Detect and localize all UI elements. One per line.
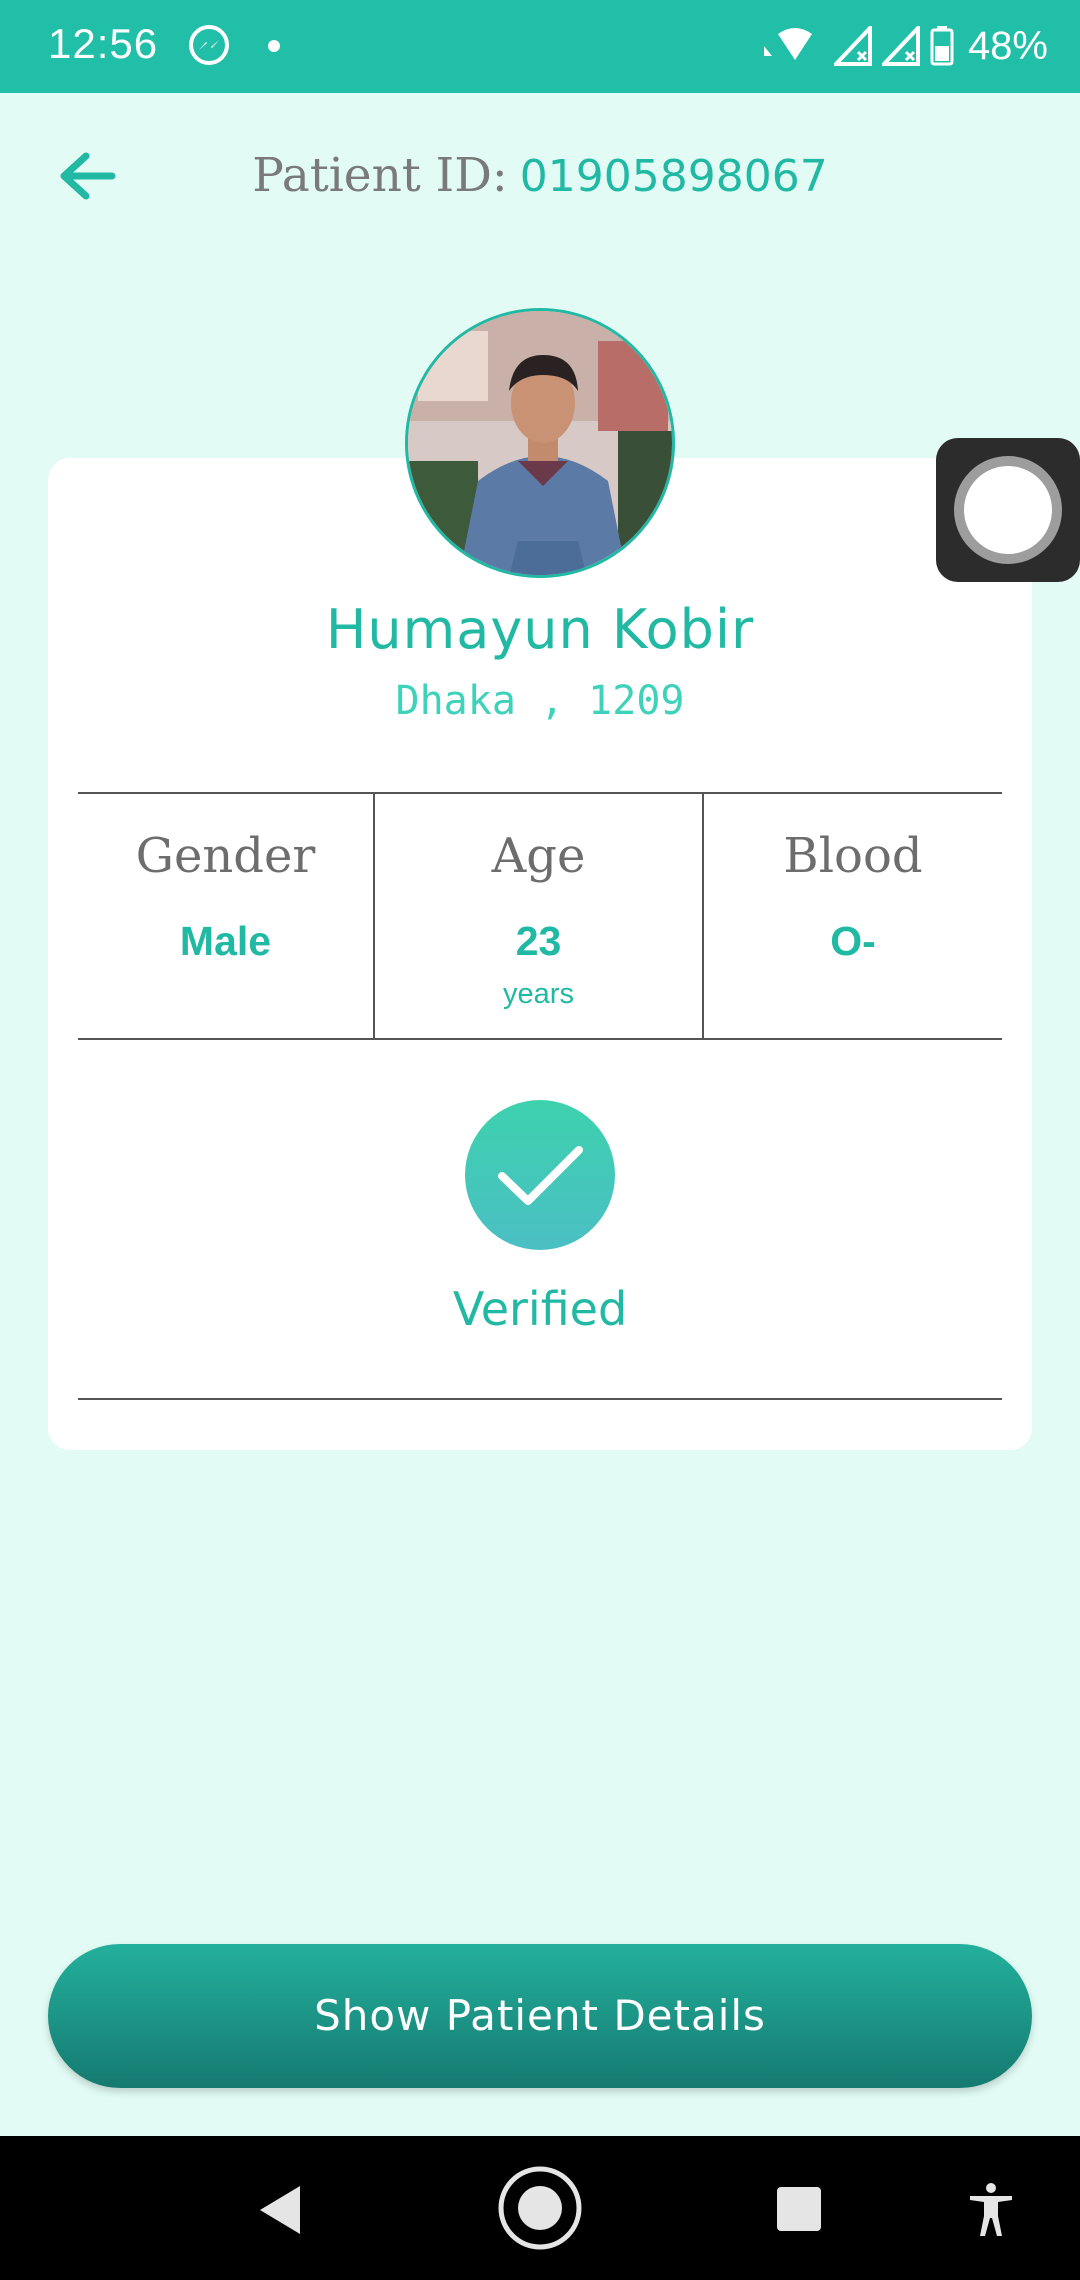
signal-icon: [881, 26, 920, 66]
recents-icon[interactable]: [776, 2186, 822, 2232]
age-label: Age: [491, 828, 586, 884]
avatar: [405, 308, 675, 578]
battery-icon: [930, 26, 954, 66]
blood-label: Blood: [783, 828, 923, 884]
wifi-icon: 4: [763, 28, 815, 66]
status-bar: 12:56 4 48%: [0, 0, 1080, 93]
card-divider: [78, 1398, 1002, 1400]
verified-label: Verified: [452, 1282, 628, 1336]
status-indicators: 4 48%: [763, 18, 1048, 74]
patient-name: Humayun Kobir: [325, 598, 755, 661]
age-cell: Age 23 years: [375, 794, 704, 1038]
home-icon[interactable]: [496, 2164, 584, 2252]
age-value: 23: [515, 918, 562, 964]
signal-icon: [833, 26, 872, 66]
blood-cell: Blood O-: [704, 794, 1002, 1038]
navigation-bar: [0, 2136, 1080, 2280]
age-unit: years: [503, 978, 574, 1010]
battery-percent: 48%: [967, 23, 1048, 68]
gender-cell: Gender Male: [78, 794, 375, 1038]
status-time: 12:56: [48, 20, 159, 67]
accessibility-icon[interactable]: [968, 2182, 1014, 2238]
gender-value: Male: [179, 918, 272, 964]
svg-text:4: 4: [806, 49, 815, 66]
show-patient-details-button[interactable]: Show Patient Details: [48, 1944, 1032, 2088]
profile-photo: [408, 311, 672, 575]
patient-location: Dhaka , 1209: [395, 678, 685, 724]
assistive-touch-button[interactable]: [936, 438, 1080, 582]
notification-dot: [268, 40, 280, 52]
gender-label: Gender: [135, 828, 316, 884]
patient-info-table: Gender Male Age 23 years Blood O-: [78, 792, 1002, 1040]
back-icon[interactable]: [256, 2184, 304, 2236]
verified-badge: [465, 1100, 615, 1250]
blood-value: O-: [830, 918, 876, 964]
patient-id-label: Patient ID:: [252, 148, 508, 203]
checkmark-icon: [498, 1146, 583, 1205]
messenger-icon: [189, 25, 229, 65]
assistive-touch-icon: [954, 456, 1062, 564]
page-title: Patient ID: 01905898067: [0, 148, 1080, 203]
patient-id-value: 01905898067: [519, 151, 828, 202]
